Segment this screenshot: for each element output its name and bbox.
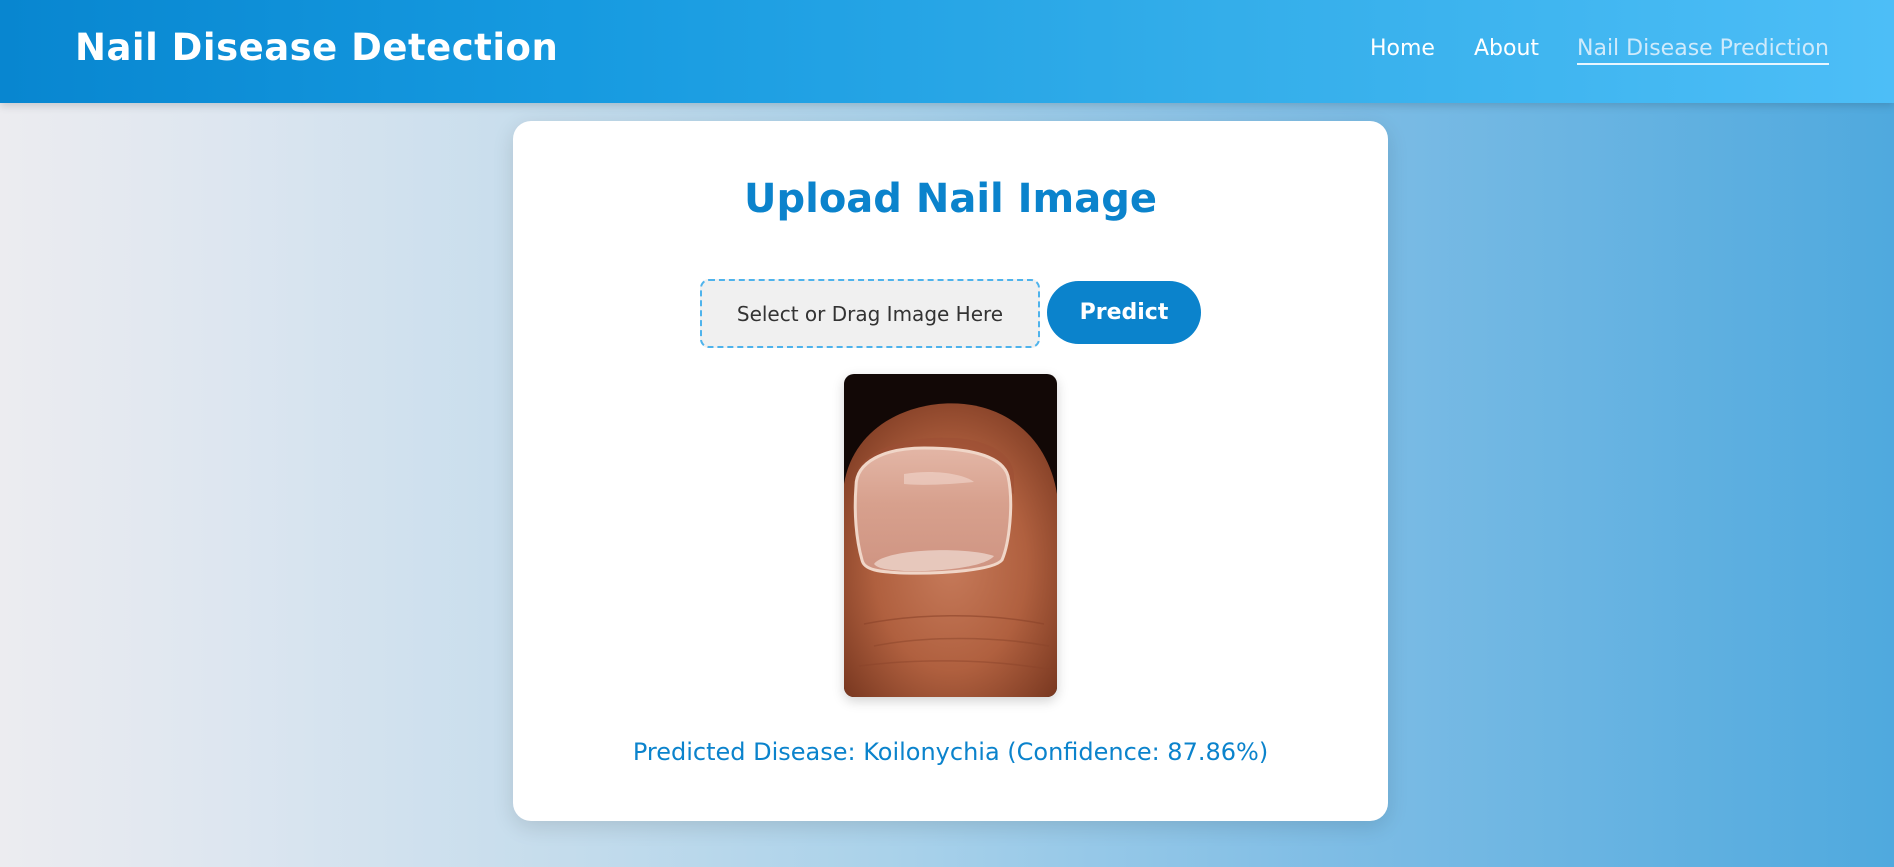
upload-card: Upload Nail Image Select or Drag Image H… <box>513 121 1388 821</box>
nav-link-nail-disease-prediction[interactable]: Nail Disease Prediction <box>1577 36 1829 65</box>
predict-button[interactable]: Predict <box>1047 281 1201 344</box>
brand-title[interactable]: Nail Disease Detection <box>75 26 558 69</box>
uploaded-nail-image-preview <box>844 374 1057 697</box>
top-navbar: Nail Disease Detection Home About Nail D… <box>0 0 1894 103</box>
prediction-result: Predicted Disease: Koilonychia (Confiden… <box>632 738 1269 766</box>
image-upload-dropzone[interactable]: Select or Drag Image Here <box>700 279 1040 348</box>
page-title: Upload Nail Image <box>744 176 1157 222</box>
nail-photo-illustration <box>844 374 1057 697</box>
dropzone-label: Select or Drag Image Here <box>736 301 1004 326</box>
nav-link-home[interactable]: Home <box>1370 36 1435 61</box>
nav-link-about[interactable]: About <box>1474 36 1539 61</box>
